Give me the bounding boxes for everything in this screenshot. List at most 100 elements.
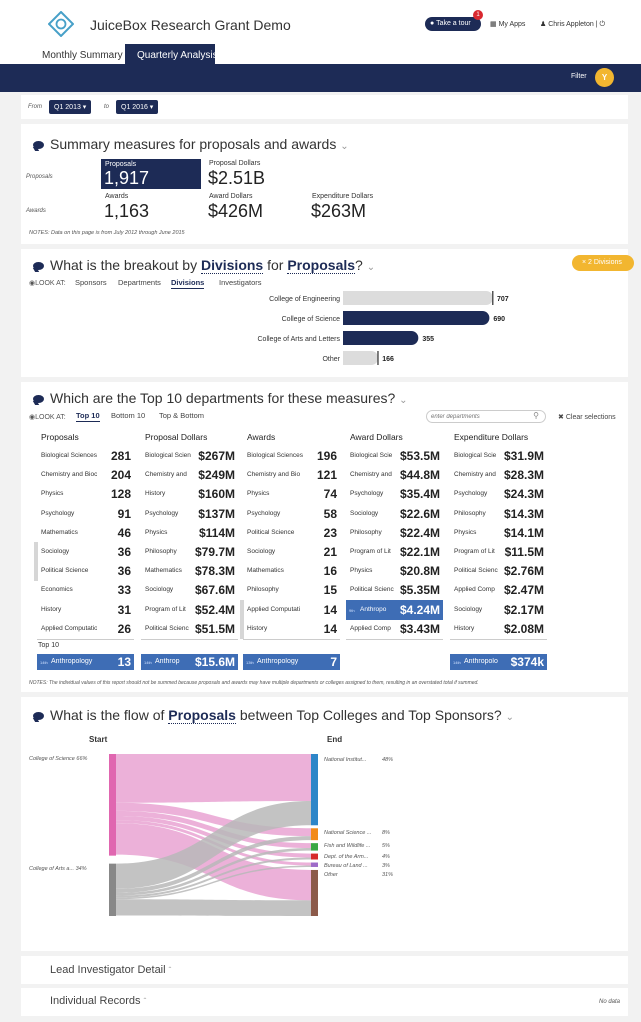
department-cell[interactable]: Philosophy $22.4M [346,523,443,543]
juicebox-logo-icon[interactable] [48,11,74,37]
department-cell[interactable]: Philosophy $14.3M [450,504,547,524]
department-cell[interactable]: Chemistry and Bioc 204 [37,465,134,485]
department-name: Philosophy [247,586,279,594]
department-cell[interactable]: Physics 128 [37,484,134,504]
department-cell[interactable]: Sociology $67.6M [141,580,238,600]
comment-icon[interactable] [33,262,44,270]
division-bar[interactable] [343,311,490,325]
department-cell[interactable]: Psychology $137M [141,504,238,524]
selected-department-cell[interactable]: 14th Anthropolo $374k [450,654,547,670]
column-header[interactable]: Award Dollars [350,432,403,442]
department-cell[interactable]: Biological Scien $267M [141,446,238,466]
department-cell[interactable]: Chemistry and $249M [141,465,238,485]
department-cell[interactable]: Physics $14.1M [450,523,547,543]
power-icon[interactable]: ⏻ [599,21,605,28]
take-a-tour-button[interactable]: ● Take a tour [425,17,481,31]
awards-value[interactable]: 1,163 [104,201,149,222]
department-cell[interactable]: Program of Lit $22.1M [346,542,443,562]
tab-monthly-summary[interactable]: Monthly Summary [42,50,123,61]
department-cell[interactable]: Applied Comp $3.43M [346,619,443,639]
comment-icon[interactable] [33,141,44,149]
proposal-dollars-value[interactable]: $2.51B [208,168,265,189]
option-departments[interactable]: Departments [118,278,161,287]
chevron-up-icon[interactable]: ˆ [144,997,147,1006]
department-cell[interactable]: Applied Comp $2.47M [450,580,547,600]
selected-department-cell[interactable]: 13th Anthropology 7 [243,654,340,670]
department-cell[interactable]: Biological Scie $53.5M [346,446,443,466]
user-menu[interactable]: ♟ Chris Appleton | ⏻ [540,20,605,29]
division-bar[interactable] [343,291,493,305]
department-cell[interactable]: Psychology 91 [37,504,134,524]
option-sponsors[interactable]: Sponsors [75,278,107,287]
department-cell[interactable]: Mathematics 16 [243,561,340,581]
department-cell[interactable]: Sociology 21 [243,542,340,562]
department-cell[interactable]: Political Science 36 [37,561,134,581]
department-cell[interactable]: Philosophy 15 [243,580,340,600]
selected-department-cell[interactable]: 14th Anthrop $15.6M [141,654,238,670]
department-cell[interactable]: Mathematics $78.3M [141,561,238,581]
division-bar[interactable] [343,331,419,345]
department-cell[interactable]: Chemistry and $44.8M [346,465,443,485]
divisions-filter-badge[interactable]: × 2 Divisions [572,255,634,271]
department-value: $5.35M [399,583,440,598]
expenditure-dollars-value[interactable]: $263M [311,201,366,222]
filter-button[interactable]: Y [595,68,614,87]
department-cell[interactable]: History 31 [37,600,134,620]
department-cell[interactable]: 9th Anthropo $4.24M [346,599,443,620]
column-header[interactable]: Proposal Dollars [145,432,207,442]
department-name: Political Science [247,528,295,536]
department-cell[interactable]: Sociology $2.17M [450,600,547,620]
department-cell[interactable]: History $2.08M [450,619,547,639]
department-cell[interactable]: Program of Lit $11.5M [450,542,547,562]
department-cell[interactable]: Biological Sciences 196 [243,446,340,466]
tab-quarterly-analysis[interactable]: Quarterly Analysis [125,44,218,64]
option-investigators[interactable]: Investigators [219,278,262,287]
column-header[interactable]: Expenditure Dollars [454,432,528,442]
column-header[interactable]: Awards [247,432,275,442]
department-cell[interactable]: Physics 74 [243,484,340,504]
department-cell[interactable]: Sociology 36 [37,542,134,562]
selected-department-cell[interactable]: 14th Anthropology 13 [37,654,134,670]
department-cell[interactable]: Sociology $22.6M [346,504,443,524]
chevron-down-icon[interactable]: ⌄ [340,141,348,152]
department-cell[interactable]: History 14 [243,619,340,639]
department-cell[interactable]: Mathematics 46 [37,523,134,543]
column-header[interactable]: Proposals [41,432,79,442]
department-cell[interactable]: Psychology $35.4M [346,484,443,504]
department-cell[interactable]: Biological Sciences 281 [37,446,134,466]
department-cell[interactable]: Applied Computati 14 [243,600,340,620]
department-cell[interactable]: Psychology $24.3M [450,484,547,504]
department-cell[interactable]: Physics $114M [141,523,238,543]
individual-records-section[interactable]: Individual Records ˆ No data [21,988,628,1016]
department-cell[interactable]: Program of Lit $52.4M [141,600,238,620]
department-cell[interactable]: Political Scienc $51.5M [141,619,238,639]
department-cell[interactable]: History $160M [141,484,238,504]
dimension-selector[interactable]: Divisions [200,257,264,274]
department-cell[interactable]: Applied Computatio 26 [37,619,134,639]
department-value: $31.9M [503,449,544,463]
from-label: From [28,104,42,110]
lead-investigator-section[interactable]: Lead Investigator Detail ˆ [21,956,628,984]
measure-selector[interactable]: Proposals [287,257,356,274]
close-icon[interactable]: × [582,259,586,266]
department-cell[interactable]: Biological Scie $31.9M [450,446,547,466]
department-cell[interactable]: Philosophy $79.7M [141,542,238,562]
from-dropdown[interactable]: Q1 2013 ▾ [49,100,92,114]
chevron-up-icon[interactable]: ˆ [169,966,172,975]
department-cell[interactable]: Economics 33 [37,580,134,600]
to-dropdown[interactable]: Q1 2016 ▾ [116,100,159,114]
department-name: Philosophy [350,528,382,536]
my-apps-link[interactable]: ▦ My Apps [490,20,525,28]
award-dollars-value[interactable]: $426M [208,201,263,222]
lead-investigator-title: Lead Investigator Detail ˆ [50,964,172,976]
department-cell[interactable]: Political Scienc $5.35M [346,580,443,600]
proposals-metric-selected[interactable]: Proposals 1,917 [101,159,201,189]
department-cell[interactable]: Chemistry and $28.3M [450,465,547,485]
department-cell[interactable]: Chemistry and Bio 121 [243,465,340,485]
department-cell[interactable]: Physics $20.8M [346,561,443,581]
chevron-down-icon[interactable]: ⌄ [367,262,375,273]
department-cell[interactable]: Political Science 23 [243,523,340,543]
division-bar[interactable] [343,351,379,365]
department-cell[interactable]: Political Scienc $2.76M [450,561,547,581]
department-cell[interactable]: Psychology 58 [243,504,340,524]
